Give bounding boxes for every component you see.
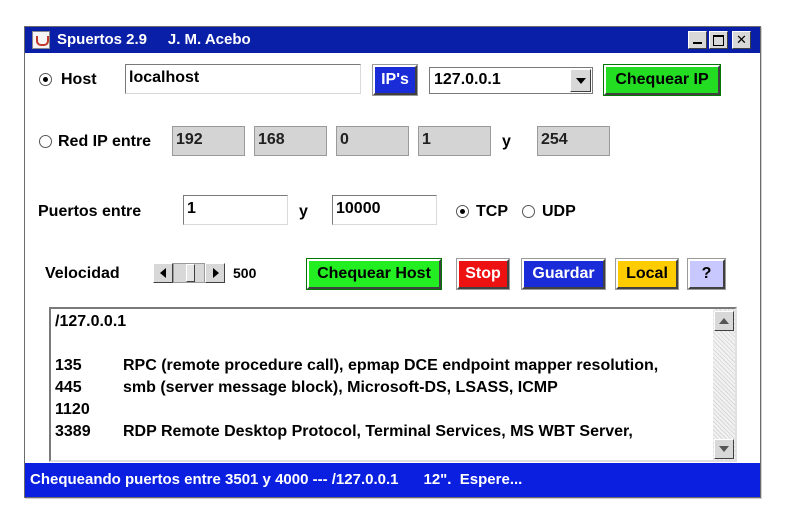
ip-select-value: 127.0.0.1 xyxy=(434,71,501,88)
output-row: 445 smb (server message block), Microsof… xyxy=(55,379,705,401)
output-header: /127.0.0.1 xyxy=(55,313,127,330)
host-label: Host xyxy=(61,71,97,88)
ports-and-label: y xyxy=(299,203,308,220)
output-row: 135 RPC (remote procedure call), epmap D… xyxy=(55,357,705,379)
check-ip-button[interactable]: Chequear IP xyxy=(603,64,721,96)
java-cup-icon xyxy=(32,31,50,49)
port-number: 3389 xyxy=(55,423,91,440)
speed-decrease-icon[interactable] xyxy=(153,263,173,283)
udp-radio[interactable] xyxy=(522,205,535,218)
speed-slider-thumb[interactable] xyxy=(186,264,195,282)
status-bar: Chequeando puertos entre 3501 y 4000 ---… xyxy=(25,463,760,497)
port-number: 445 xyxy=(55,379,82,396)
save-button[interactable]: Guardar xyxy=(521,258,606,290)
octet4-input[interactable]: 1 xyxy=(418,126,491,156)
ip-select[interactable]: 127.0.0.1 xyxy=(429,67,593,94)
speed-increase-icon[interactable] xyxy=(205,263,225,283)
range-radio[interactable] xyxy=(39,135,52,148)
output-blank xyxy=(55,335,705,357)
output-row: 1120 xyxy=(55,401,705,423)
ips-button[interactable]: IP's xyxy=(372,64,418,96)
speed-slider[interactable] xyxy=(173,263,205,283)
help-button[interactable]: ? xyxy=(687,258,726,290)
status-text: Chequeando puertos entre 3501 y 4000 ---… xyxy=(30,471,523,488)
port-description: RPC (remote procedure call), epmap DCE e… xyxy=(123,357,659,374)
window-title: Spuertos 2.9 J. M. Acebo xyxy=(57,31,251,48)
range-end-input[interactable]: 254 xyxy=(537,126,610,156)
range-label: Red IP entre xyxy=(58,133,152,150)
speed-value: 500 xyxy=(233,265,257,281)
port-to-input[interactable]: 10000 xyxy=(332,195,437,225)
octet1-input[interactable]: 192 xyxy=(172,126,245,156)
port-description: smb (server message block), Microsoft-DS… xyxy=(123,379,558,396)
vertical-scrollbar[interactable] xyxy=(713,309,735,460)
chevron-down-icon[interactable] xyxy=(570,69,591,92)
close-button[interactable]: ✕ xyxy=(732,31,751,49)
port-number: 135 xyxy=(55,357,82,374)
speed-label: Velocidad xyxy=(45,265,120,282)
scroll-down-icon[interactable] xyxy=(714,439,734,459)
tcp-label: TCP xyxy=(476,203,508,220)
tcp-radio[interactable] xyxy=(456,205,469,218)
port-description: RDP Remote Desktop Protocol, Terminal Se… xyxy=(123,423,633,440)
local-button[interactable]: Local xyxy=(615,258,679,290)
output-content: /127.0.0.1 135 RPC (remote procedure cal… xyxy=(55,313,705,445)
host-radio[interactable] xyxy=(39,73,52,86)
check-host-button[interactable]: Chequear Host xyxy=(306,258,442,290)
port-number: 1120 xyxy=(55,401,90,418)
output-textarea[interactable]: /127.0.0.1 135 RPC (remote procedure cal… xyxy=(49,307,737,462)
host-input[interactable]: localhost xyxy=(125,64,361,94)
octet3-input[interactable]: 0 xyxy=(336,126,409,156)
close-icon: ✕ xyxy=(736,32,747,47)
maximize-button[interactable] xyxy=(709,31,728,49)
app-window: Spuertos 2.9 J. M. Acebo ✕ Host localhos… xyxy=(24,26,761,498)
ports-label: Puertos entre xyxy=(38,203,142,220)
stop-button[interactable]: Stop xyxy=(456,258,510,290)
title-bar[interactable]: Spuertos 2.9 J. M. Acebo ✕ xyxy=(25,27,760,53)
output-row: 3389 RDP Remote Desktop Protocol, Termin… xyxy=(55,423,705,445)
udp-label: UDP xyxy=(542,203,576,220)
range-and-label: y xyxy=(502,133,511,150)
port-from-input[interactable]: 1 xyxy=(183,195,288,225)
scroll-up-icon[interactable] xyxy=(714,311,734,331)
minimize-button[interactable] xyxy=(688,31,707,49)
octet2-input[interactable]: 168 xyxy=(254,126,327,156)
